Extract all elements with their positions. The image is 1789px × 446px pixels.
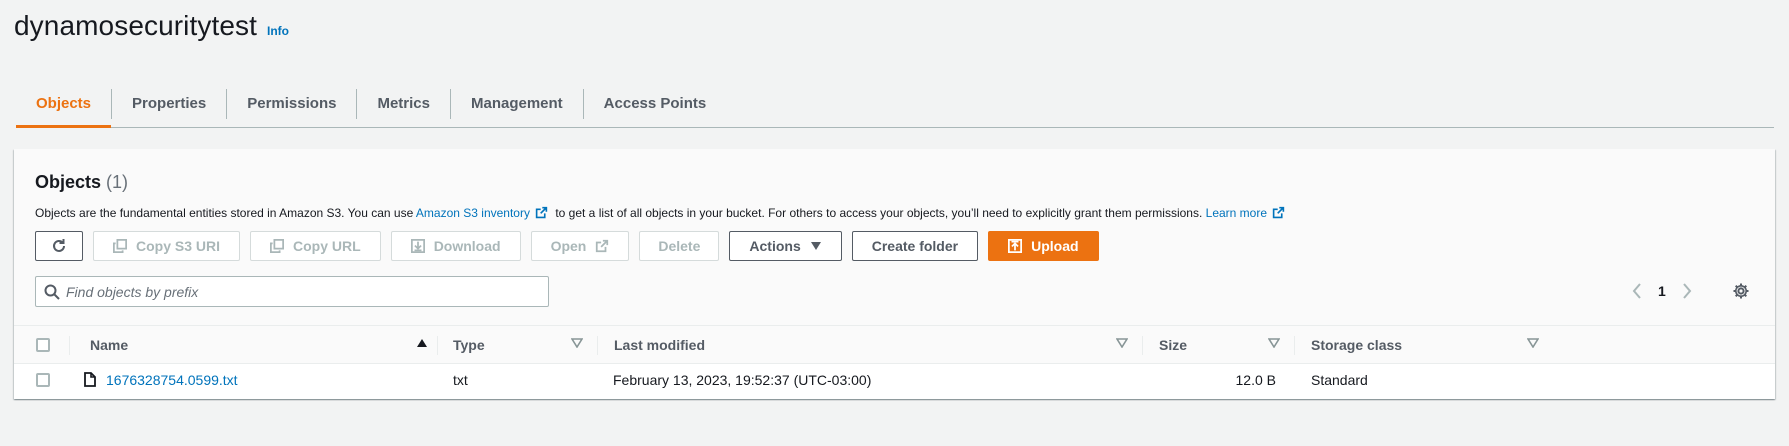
- copy-icon: [270, 239, 285, 253]
- download-icon: [410, 239, 425, 253]
- column-header-type[interactable]: Type: [453, 326, 485, 363]
- s3-bucket-page: dynamosecuritytest Info Objects Properti…: [0, 0, 1789, 446]
- objects-heading-label: Objects: [35, 172, 102, 192]
- objects-panel-header: Objects (1) Objects are the fundamental …: [14, 149, 1775, 325]
- column-divider: [69, 336, 70, 355]
- column-divider: [597, 336, 598, 355]
- object-name-link[interactable]: 1676328754.0599.txt: [106, 372, 238, 388]
- column-header-size[interactable]: Size: [1159, 326, 1187, 363]
- type-cell: txt: [453, 371, 468, 388]
- column-header-storage-class[interactable]: Storage class: [1311, 326, 1402, 363]
- select-all-checkbox[interactable]: [36, 337, 50, 352]
- refresh-icon: [51, 238, 67, 254]
- info-link[interactable]: Info: [267, 24, 289, 38]
- search-icon: [44, 284, 60, 300]
- previous-page-button[interactable]: [1626, 280, 1648, 302]
- copy-s3-uri-button[interactable]: Copy S3 URI: [93, 231, 241, 261]
- pagination: 1: [1626, 275, 1698, 307]
- create-folder-button[interactable]: Create folder: [851, 231, 979, 261]
- sort-icon[interactable]: [1268, 338, 1280, 348]
- page-header: dynamosecuritytest Info: [14, 10, 289, 42]
- download-button[interactable]: Download: [390, 231, 521, 261]
- create-folder-label: Create folder: [871, 238, 959, 254]
- description-text: Objects are the fundamental entities sto…: [35, 206, 414, 220]
- table-row: 1676328754.0599.txt txt February 13, 202…: [14, 364, 1775, 395]
- tab-management[interactable]: Management: [451, 80, 583, 127]
- description-text-continued: to get a list of all objects in your buc…: [555, 206, 1203, 220]
- search-input[interactable]: [66, 277, 548, 306]
- last-modified-cell: February 13, 2023, 19:52:37 (UTC-03:00): [613, 371, 872, 388]
- row-select-cell: [36, 364, 50, 395]
- copy-s3-uri-label: Copy S3 URI: [136, 238, 221, 254]
- learn-more-link[interactable]: Learn more: [1206, 206, 1267, 220]
- sort-icon[interactable]: [571, 338, 583, 348]
- copy-url-button[interactable]: Copy URL: [250, 231, 381, 261]
- page-number[interactable]: 1: [1658, 283, 1666, 299]
- download-label: Download: [433, 238, 501, 254]
- caret-down-icon: [810, 241, 822, 251]
- tab-bar: Objects Properties Permissions Metrics M…: [16, 80, 1774, 128]
- select-all-cell: [36, 326, 50, 363]
- column-divider: [1294, 336, 1295, 355]
- upload-icon: [1008, 239, 1023, 253]
- upload-label: Upload: [1031, 238, 1079, 254]
- open-label: Open: [550, 238, 587, 254]
- external-link-icon: [595, 239, 609, 253]
- objects-heading: Objects (1): [35, 172, 128, 193]
- tab-objects[interactable]: Objects: [16, 80, 112, 128]
- size-cell: 12.0 B: [1235, 371, 1276, 388]
- gear-icon: [1732, 282, 1750, 300]
- tab-permissions[interactable]: Permissions: [227, 80, 356, 127]
- objects-count: (1): [106, 172, 129, 192]
- delete-label: Delete: [658, 238, 701, 254]
- file-icon: [84, 372, 96, 387]
- tab-properties[interactable]: Properties: [112, 80, 226, 127]
- sort-icon[interactable]: [1527, 338, 1539, 348]
- objects-toolbar: Copy S3 URI Copy URL Download Open Delet…: [35, 231, 1109, 261]
- copy-url-label: Copy URL: [293, 238, 361, 254]
- row-checkbox[interactable]: [36, 372, 50, 387]
- objects-description: Objects are the fundamental entities sto…: [35, 206, 1289, 222]
- tab-access-points[interactable]: Access Points: [584, 80, 727, 127]
- storage-class-cell: Standard: [1311, 371, 1368, 388]
- search-box: [35, 276, 549, 307]
- sort-icon[interactable]: [1116, 338, 1128, 348]
- open-button[interactable]: Open: [530, 231, 630, 261]
- column-header-last-modified[interactable]: Last modified: [614, 326, 705, 363]
- sort-ascending-icon[interactable]: [416, 338, 428, 348]
- next-page-button[interactable]: [1676, 280, 1698, 302]
- tab-metrics[interactable]: Metrics: [357, 80, 450, 127]
- inventory-link[interactable]: Amazon S3 inventory: [416, 206, 530, 220]
- column-divider: [1142, 336, 1143, 355]
- delete-button[interactable]: Delete: [639, 231, 720, 261]
- column-divider: [437, 336, 438, 355]
- page-title: dynamosecuritytest: [14, 10, 258, 41]
- name-cell: 1676328754.0599.txt: [84, 364, 238, 395]
- actions-label: Actions: [749, 238, 801, 254]
- upload-button[interactable]: Upload: [988, 231, 1099, 261]
- external-link-icon: [535, 206, 548, 222]
- table-settings-button[interactable]: [1729, 279, 1753, 303]
- copy-icon: [113, 239, 127, 253]
- external-link-icon: [1272, 206, 1285, 222]
- objects-panel: Objects (1) Objects are the fundamental …: [14, 149, 1775, 399]
- objects-table: Name Type Last modified Size Storage cla…: [14, 325, 1775, 395]
- refresh-button[interactable]: [35, 231, 83, 261]
- actions-dropdown-button[interactable]: Actions: [729, 231, 842, 261]
- column-header-name[interactable]: Name: [90, 326, 128, 363]
- table-header-row: Name Type Last modified Size Storage cla…: [14, 325, 1775, 364]
